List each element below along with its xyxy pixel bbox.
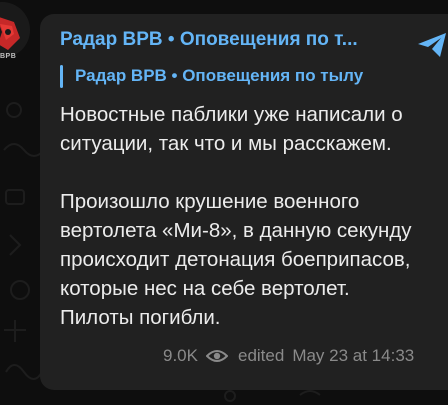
message-timestamp: May 23 at 14:33: [292, 346, 415, 365]
view-count: 9.0K: [163, 346, 198, 365]
reply-quote-title[interactable]: Радар ВРВ • Оповещения по тылу: [75, 66, 363, 86]
message-meta: 9.0K edited May 23 at 14:33: [163, 344, 414, 368]
forwarded-from-title[interactable]: Радар ВРВ • Оповещения по т...: [60, 29, 400, 51]
message-line: Пилоты погибли.: [60, 306, 221, 329]
message-line: Произошло крушение военного: [60, 190, 360, 213]
avatar-caption: ВРВ: [0, 53, 17, 60]
eye-icon: [205, 350, 228, 362]
message-line: которые нес на себе вертолет.: [60, 277, 350, 300]
share-button[interactable]: [412, 24, 448, 64]
edited-label: edited: [237, 346, 285, 365]
message-body: Новостные паблики уже написали о ситуаци…: [60, 100, 448, 332]
share-arrow-icon: [418, 33, 446, 57]
message-line: происходит детонация боеприпасов,: [60, 248, 411, 271]
chat-screen: ВРВ Радар ВРВ • Оповещения по т... Радар…: [0, 0, 448, 405]
reply-quote-bar: [60, 65, 63, 88]
message-line: вертолета «Ми-8», в данную секунду: [60, 219, 412, 242]
message-line: ситуации, так что и мы расскажем.: [60, 132, 392, 155]
message-line: Новостные паблики уже написали о: [60, 103, 403, 126]
